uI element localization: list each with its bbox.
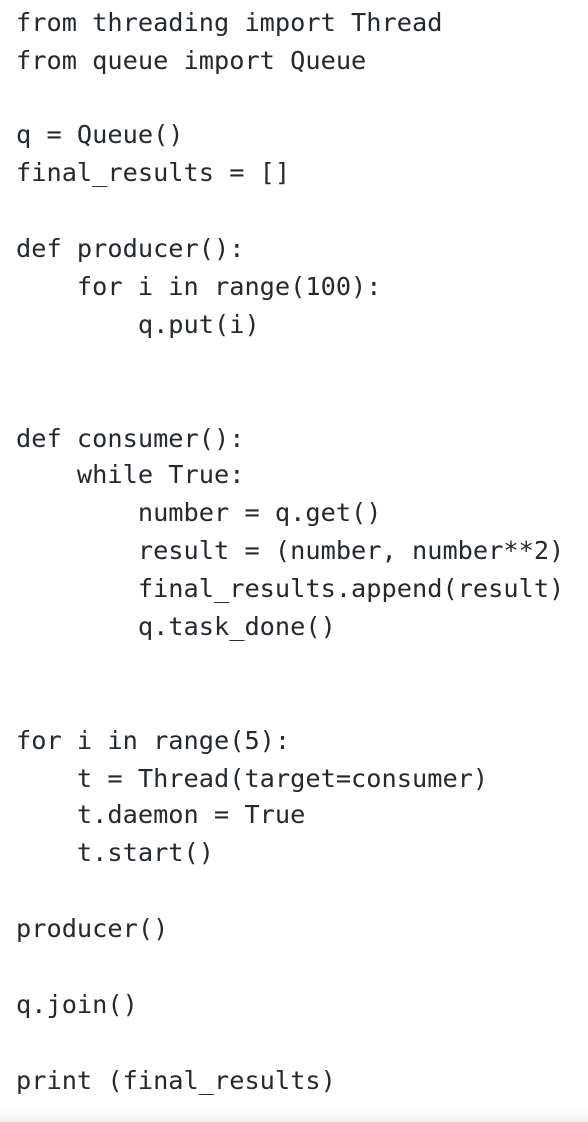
- code-line: final_results.append(result): [16, 574, 565, 603]
- code-line: for i in range(5):: [16, 726, 291, 755]
- code-line: t = Thread(target=consumer): [16, 764, 489, 793]
- code-line: t.start(): [16, 838, 214, 867]
- code-line: q.join(): [16, 990, 138, 1019]
- code-line: q.task_done(): [16, 612, 336, 641]
- code-line: q = Queue(): [16, 120, 184, 149]
- code-line: number = q.get(): [16, 498, 382, 527]
- code-line: while True:: [16, 460, 245, 489]
- code-view: from threading import Thread from queue …: [0, 0, 588, 1122]
- code-line: final_results = []: [16, 158, 291, 187]
- code-line: producer(): [16, 914, 169, 943]
- code-line: def consumer():: [16, 424, 245, 453]
- code-line: from threading import Thread: [16, 8, 443, 37]
- code-line: def producer():: [16, 234, 245, 263]
- code-line: from queue import Queue: [16, 46, 367, 75]
- code-line: result = (number, number**2): [16, 536, 565, 565]
- code-line: t.daemon = True: [16, 800, 306, 829]
- code-line: q.put(i): [16, 310, 260, 339]
- code-line: for i in range(100):: [16, 272, 382, 301]
- code-line: print (final_results): [16, 1066, 336, 1095]
- bottom-edge-shade: [0, 1106, 588, 1122]
